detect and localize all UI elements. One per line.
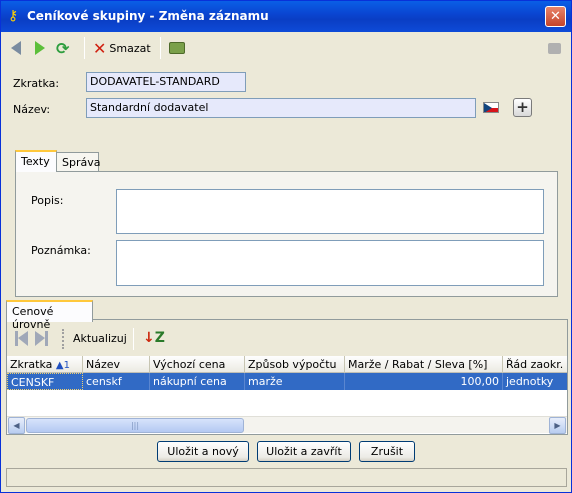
popis-label: Popis: — [31, 194, 64, 207]
delete-x-icon: ✕ — [93, 38, 107, 58]
message-icon — [548, 42, 561, 54]
price-levels-panel: Aktualizuj ↓Z Zkratka ▲1 Název Výchozí c… — [6, 319, 568, 435]
table-row[interactable]: CENSKF censkf nákupní cena marže 100,00 … — [7, 373, 567, 390]
add-translation-button[interactable]: + — [513, 98, 532, 117]
czech-flag-icon[interactable] — [483, 102, 499, 113]
cell-zkratka[interactable]: CENSKF — [7, 373, 83, 390]
poznamka-label: Poznámka: — [31, 244, 91, 257]
print-icon — [169, 42, 185, 54]
grid-header: Zkratka ▲1 Název Výchozí cena Způsob výp… — [7, 356, 567, 373]
delete-button[interactable]: ✕ Smazat — [93, 37, 151, 59]
cell-marze[interactable]: 100,00 — [345, 373, 503, 390]
cancel-button[interactable]: Zrušit — [359, 441, 415, 462]
toolbar: ⟳ ✕ Smazat — [5, 35, 567, 61]
zkratka-label: Zkratka: — [13, 77, 60, 90]
col-header-marze[interactable]: Marže / Rabat / Sleva [%] — [345, 356, 503, 373]
scroll-thumb[interactable]: ||| — [26, 418, 244, 433]
forward-arrow-icon — [35, 41, 45, 55]
first-record-icon[interactable] — [15, 331, 29, 346]
zkratka-field[interactable]: DODAVATEL-STANDARD — [86, 72, 246, 92]
texty-panel: Popis: Poznámka: — [15, 171, 558, 297]
back-arrow-icon — [11, 41, 21, 55]
save-close-button[interactable]: Uložit a zavřít — [257, 441, 351, 462]
grip-icon: ||| — [130, 421, 140, 430]
col-header-vychozi-cena[interactable]: Výchozí cena — [150, 356, 245, 373]
save-new-button[interactable]: Uložit a nový — [157, 441, 249, 462]
toolbar-separator — [133, 328, 134, 350]
tab-sprava[interactable]: Správa — [56, 152, 100, 172]
sort-az-icon[interactable]: ↓Z — [143, 329, 165, 347]
title-bar[interactable]: ⚷ Ceníkové skupiny - Změna záznamu ✕ — [1, 1, 571, 32]
popis-textarea[interactable] — [116, 189, 544, 234]
cell-rad[interactable]: jednotky — [503, 373, 567, 390]
toolbar-separator — [160, 37, 161, 59]
delete-label: Smazat — [109, 41, 151, 55]
last-record-icon[interactable] — [35, 331, 49, 346]
refresh-icon: ⟳ — [56, 38, 70, 58]
poznamka-textarea[interactable] — [116, 240, 544, 286]
key-icon: ⚷ — [8, 8, 19, 24]
refresh-button[interactable]: ⟳ — [56, 37, 69, 59]
horizontal-scrollbar[interactable]: ◀ ||| ▶ — [7, 416, 567, 434]
close-button[interactable]: ✕ — [545, 6, 566, 27]
sort-asc-icon: ▲1 — [55, 360, 70, 371]
col-header-nazev[interactable]: Název — [83, 356, 150, 373]
scroll-right-icon[interactable]: ▶ — [549, 417, 566, 434]
grid-toolbar: Aktualizuj ↓Z — [7, 320, 567, 356]
cell-zpusob[interactable]: marže — [245, 373, 345, 390]
forward-button[interactable] — [35, 37, 45, 59]
col-header-rad-zaokr[interactable]: Řád zaokr. c — [503, 356, 567, 373]
col-header-zkratka[interactable]: Zkratka ▲1 — [7, 356, 83, 373]
message-button[interactable] — [548, 37, 561, 59]
window-title: Ceníkové skupiny - Změna záznamu — [27, 9, 269, 23]
print-button[interactable] — [169, 37, 185, 59]
col-header-zpusob-vypoctu[interactable]: Způsob výpočtu — [245, 356, 345, 373]
status-bar — [6, 468, 567, 487]
tab-cenove-urovne[interactable]: Cenové úrovně — [6, 300, 93, 331]
col-label: Zkratka — [10, 358, 53, 371]
nazev-field[interactable]: Standardní dodavatel — [86, 98, 476, 118]
toolbar-separator — [84, 37, 85, 59]
cell-nazev[interactable]: censkf — [83, 373, 150, 390]
nazev-label: Název: — [13, 103, 51, 116]
cell-vychozi-cena[interactable]: nákupní cena — [150, 373, 245, 390]
aktualizuj-button[interactable]: Aktualizuj — [73, 332, 127, 345]
tab-texty[interactable]: Texty — [15, 150, 57, 172]
toolbar-grip — [62, 329, 64, 349]
price-levels-grid: Zkratka ▲1 Název Výchozí cena Způsob výp… — [7, 356, 567, 414]
scroll-left-icon[interactable]: ◀ — [8, 417, 25, 434]
dialog-window: ⚷ Ceníkové skupiny - Změna záznamu ✕ ⟳ ✕… — [0, 0, 572, 493]
back-button[interactable] — [11, 37, 21, 59]
